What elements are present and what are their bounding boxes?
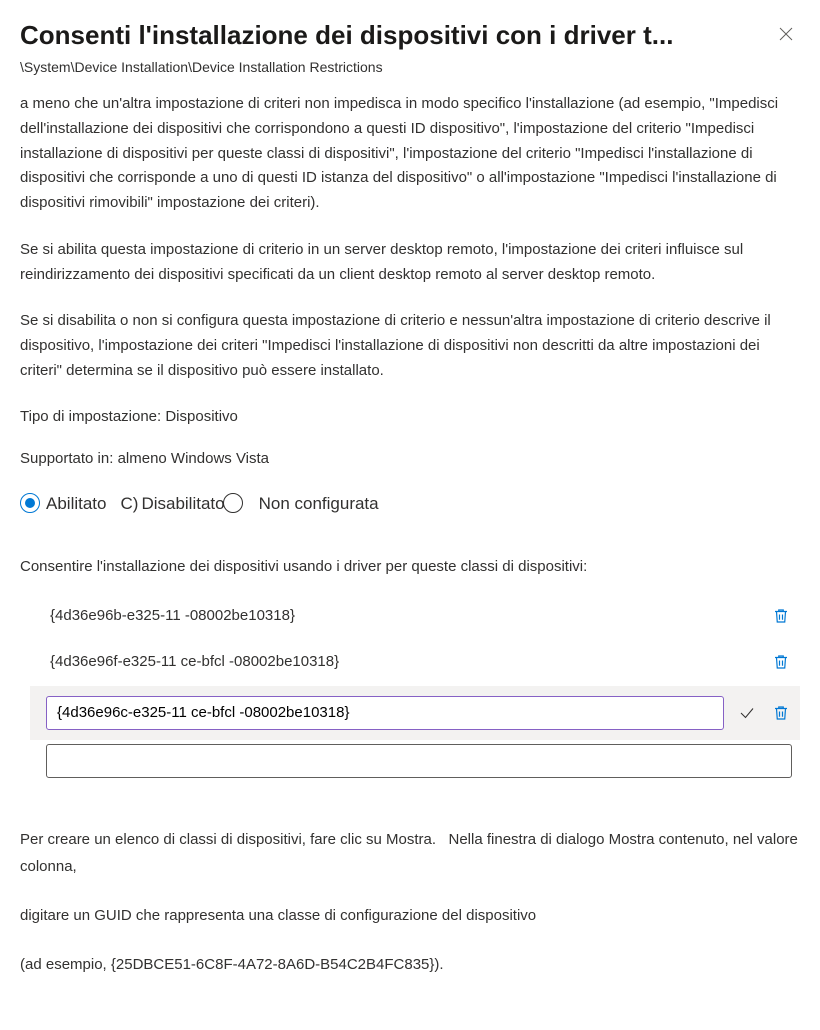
list-item-editing [30,686,800,740]
radio-disabled[interactable]: C) Disabilitato [120,491,242,517]
close-icon [778,26,794,42]
setting-type-label: Tipo di impostazione: Dispositivo [20,406,800,429]
delete-button[interactable] [770,702,792,724]
device-class-list-label: Consentire l'installazione dei dispositi… [20,556,800,579]
radio-icon [223,493,243,513]
breadcrumb: \System\Device Installation\Device Insta… [20,57,800,78]
radio-enabled-label: Abilitato [46,491,106,517]
trash-icon [772,704,790,722]
radio-icon [20,493,40,513]
checkmark-icon [738,704,756,722]
footer-help-text: Per creare un elenco di classi di dispos… [20,826,800,978]
list-item-input[interactable] [46,696,724,730]
device-class-list: {4d36e96b-e325-11 -08002be10318} {4d36e9… [40,593,800,790]
list-item-new [40,740,800,790]
list-item-new-input[interactable] [46,744,792,778]
delete-button[interactable] [770,605,792,627]
description-paragraph: Se si abilita questa impostazione di cri… [20,238,800,288]
state-radio-group: Abilitato C) Disabilitato Non configurat… [20,491,800,517]
radio-enabled[interactable]: Abilitato [20,491,106,517]
supported-on-label: Supportato in: almeno Windows Vista [20,448,800,471]
radio-not-configured-label: Non configurata [259,491,379,517]
description-paragraph: Se si disabilita o non si configura ques… [20,309,800,383]
footer-paragraph: (ad esempio, {25DBCE51-6C8F-4A72-8A6D-B5… [20,951,800,978]
radio-not-configured[interactable]: Non configurata [259,491,379,517]
description-paragraph: a meno che un'altra impostazione di crit… [20,92,800,216]
description-block: a meno che un'altra impostazione di crit… [20,92,800,384]
trash-icon [772,653,790,671]
close-button[interactable] [772,20,800,48]
page-title: Consenti l'installazione dei dispositivi… [20,20,772,51]
footer-paragraph: digitare un GUID che rappresenta una cla… [20,902,800,929]
confirm-button[interactable] [736,702,758,724]
list-item: {4d36e96f-e325-11 ce-bfcl -08002be10318} [40,639,800,686]
list-item-value: {4d36e96b-e325-11 -08002be10318} [46,605,758,628]
delete-button[interactable] [770,651,792,673]
list-item: {4d36e96b-e325-11 -08002be10318} [40,593,800,640]
footer-paragraph: Per creare un elenco di classi di dispos… [20,826,800,880]
list-item-value: {4d36e96f-e325-11 ce-bfcl -08002be10318} [46,651,758,674]
trash-icon [772,607,790,625]
radio-disabled-label: Disabilitato [141,491,224,517]
